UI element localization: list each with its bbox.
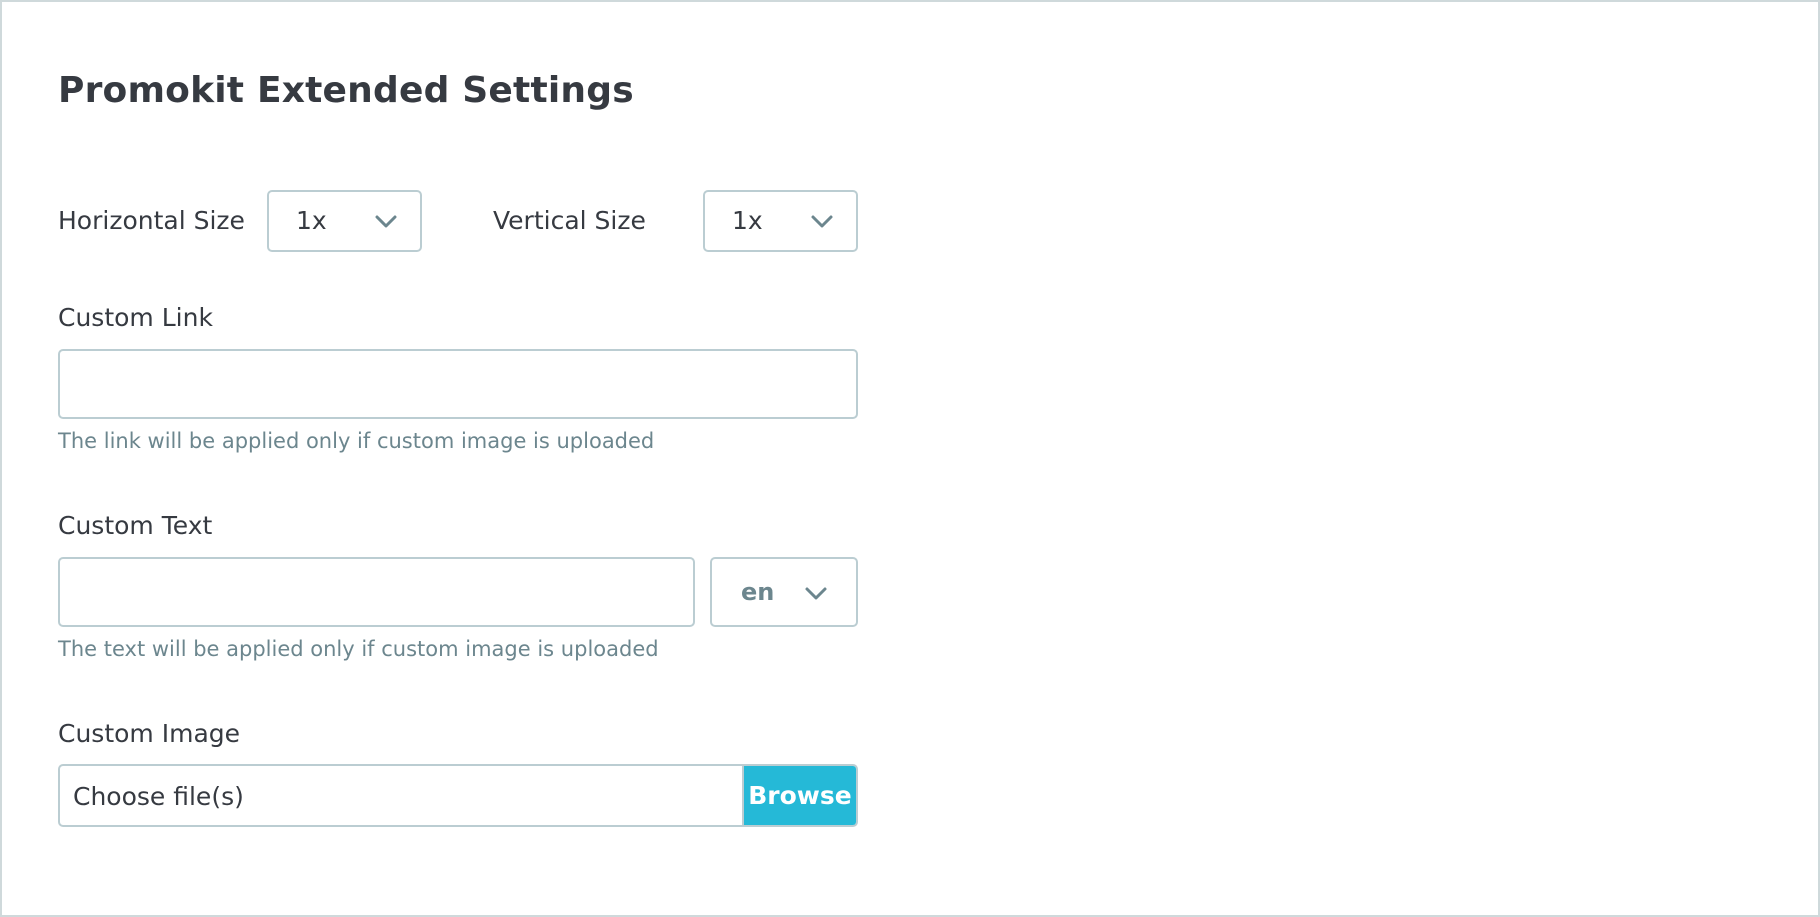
custom-link-help: The link will be applied only if custom … xyxy=(58,429,655,453)
file-placeholder: Choose file(s) xyxy=(73,782,244,811)
vertical-size-label: Vertical Size xyxy=(493,206,646,235)
custom-image-file-input[interactable]: Choose file(s) Browse xyxy=(58,764,858,827)
page-title: Promokit Extended Settings xyxy=(58,70,634,111)
custom-image-label: Custom Image xyxy=(58,719,241,748)
custom-text-input[interactable] xyxy=(58,557,695,627)
chevron-down-icon xyxy=(811,215,833,228)
custom-text-help: The text will be applied only if custom … xyxy=(58,637,659,661)
language-select[interactable]: en xyxy=(710,557,858,627)
custom-link-label: Custom Link xyxy=(58,303,213,332)
chevron-down-icon xyxy=(805,587,827,600)
horizontal-size-label: Horizontal Size xyxy=(58,206,245,235)
horizontal-size-value: 1x xyxy=(296,206,327,235)
vertical-size-value: 1x xyxy=(732,206,763,235)
custom-link-input[interactable] xyxy=(58,349,858,419)
custom-text-label: Custom Text xyxy=(58,511,213,540)
horizontal-size-select[interactable]: 1x xyxy=(267,190,422,252)
language-value: en xyxy=(741,578,775,606)
chevron-down-icon xyxy=(375,215,397,228)
vertical-size-select[interactable]: 1x xyxy=(703,190,858,252)
browse-button[interactable]: Browse xyxy=(742,766,856,825)
settings-panel: Promokit Extended Settings Horizontal Si… xyxy=(0,0,1820,917)
